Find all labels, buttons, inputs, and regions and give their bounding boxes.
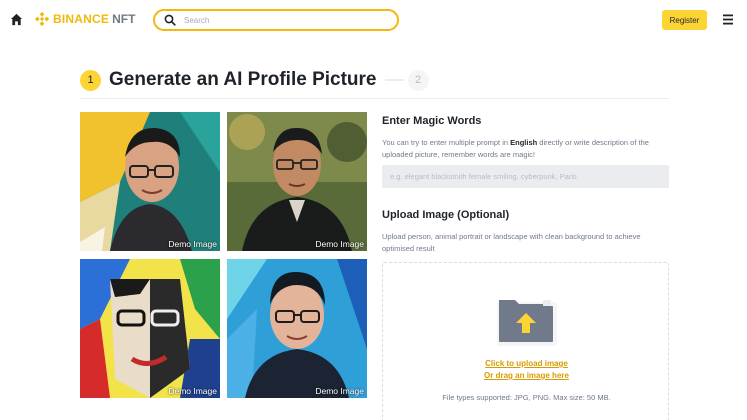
magic-words-input[interactable] xyxy=(382,165,669,188)
demo-image-4[interactable]: Demo Image xyxy=(227,259,367,398)
home-icon[interactable] xyxy=(10,13,23,26)
click-to-upload-link[interactable]: Click to upload image xyxy=(383,359,670,368)
magic-words-desc-bold: English xyxy=(510,138,538,147)
demo-image-2[interactable]: Demo Image xyxy=(227,112,367,251)
demo-image-label: Demo Image xyxy=(315,239,364,249)
demo-image-label: Demo Image xyxy=(168,386,217,396)
menu-icon[interactable] xyxy=(723,14,733,25)
search-input[interactable] xyxy=(184,15,384,25)
binance-nft-logo[interactable]: BINANCE NFT xyxy=(35,11,135,27)
portrait-dark-suit-icon xyxy=(227,112,367,251)
portrait-blue-teal-bg-icon xyxy=(227,259,367,398)
portrait-glasses-yellow-bg-icon xyxy=(80,112,220,251)
step-connector xyxy=(384,79,404,81)
drag-image-link[interactable]: Or drag an image here xyxy=(383,371,670,380)
upload-dropzone[interactable]: Click to upload image Or drag an image h… xyxy=(382,262,669,420)
magic-words-description: You can try to enter multiple prompt in … xyxy=(382,137,672,161)
step-1-indicator: 1 xyxy=(80,69,101,91)
page-title: Generate an AI Profile Picture xyxy=(109,69,377,90)
magic-words-desc-part: You can try to enter multiple prompt in xyxy=(382,138,511,147)
demo-image-3[interactable]: Demo Image xyxy=(80,259,220,398)
top-navigation: BINANCE NFT Register xyxy=(0,0,747,40)
demo-image-1[interactable]: Demo Image xyxy=(80,112,220,251)
magic-words-title: Enter Magic Words xyxy=(382,115,482,127)
upload-description: Upload person, animal portrait or landsc… xyxy=(382,232,641,253)
search-bar[interactable] xyxy=(153,9,399,31)
title-divider xyxy=(80,98,669,99)
step-2-indicator: 2 xyxy=(407,69,429,91)
logo-text: BINANCE xyxy=(53,12,110,26)
logo-suffix: NFT xyxy=(112,12,136,26)
demo-image-label: Demo Image xyxy=(168,239,217,249)
stepper: 1 Generate an AI Profile Picture 2 xyxy=(80,66,669,94)
search-icon xyxy=(164,14,176,26)
binance-logo-icon xyxy=(35,12,49,26)
upload-title: Upload Image (Optional) xyxy=(382,209,510,221)
register-button[interactable]: Register xyxy=(662,10,707,30)
cubist-portrait-icon xyxy=(80,259,220,398)
folder-upload-icon xyxy=(497,300,557,346)
file-types-note: File types supported: JPG, PNG. Max size… xyxy=(442,393,611,402)
demo-image-label: Demo Image xyxy=(315,386,364,396)
